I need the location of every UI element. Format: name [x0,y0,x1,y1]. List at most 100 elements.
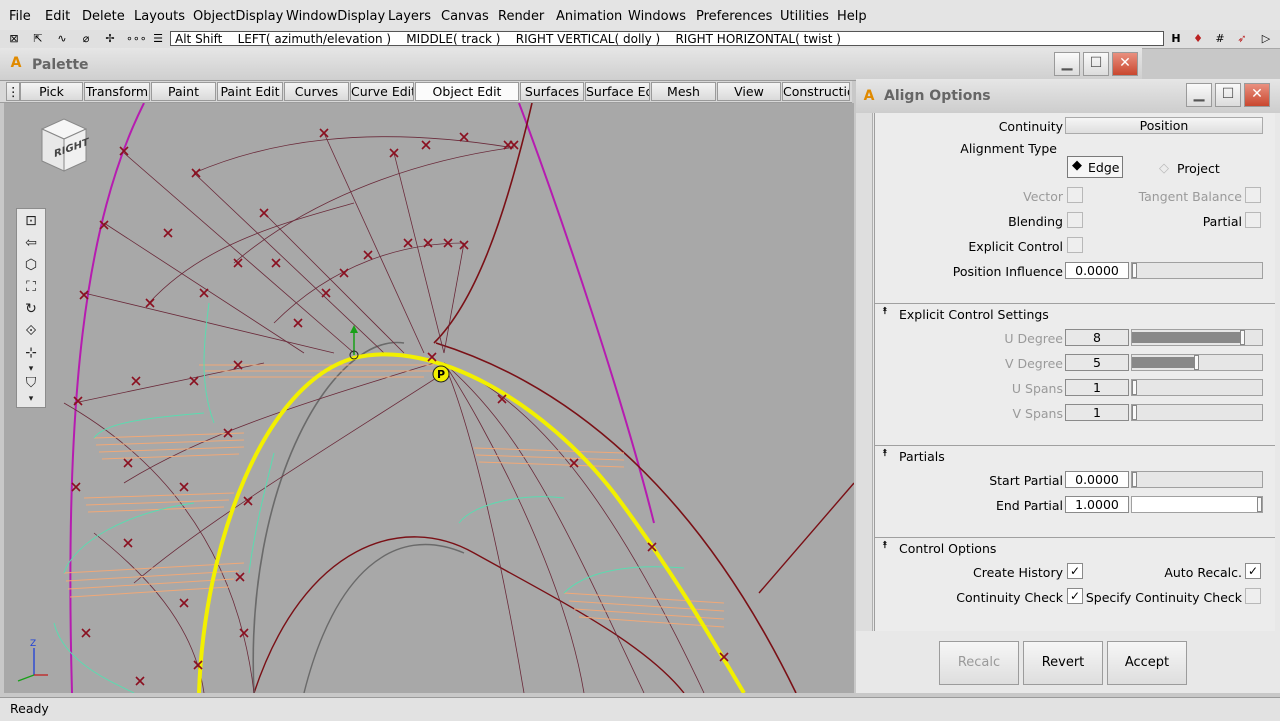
slider-knob[interactable] [1132,472,1137,487]
radio-unchecked-icon[interactable]: ◇ [1159,161,1169,176]
create-history-checkbox[interactable]: ✓ [1067,563,1083,579]
menu-objectdisplay[interactable]: ObjectDisplay [193,9,283,24]
minimize-button[interactable]: ▁ [1186,83,1212,107]
end-partial-slider[interactable] [1131,496,1263,513]
continuity-dropdown[interactable]: Position [1065,117,1263,134]
specify-continuity-check-checkbox[interactable] [1245,588,1261,604]
palette-titlebar[interactable]: A Palette ▁ ☐ ✕ [0,48,1142,81]
frame-icon[interactable]: ⊡ [21,211,41,231]
view-cube[interactable]: RIGHT [32,115,92,175]
modeling-viewport[interactable]: P Z RIGHT ⊡ ⇦ ⬡ ⛶ ↻ ⟐ ⊹ ▾ ⛉ ▾ [4,103,854,693]
position-influence-field[interactable]: 0.0000 [1065,262,1129,279]
accept-button[interactable]: Accept [1107,641,1187,685]
explicit-control-checkbox[interactable] [1067,237,1083,253]
tab-curve-edit[interactable]: Curve Edit [350,82,414,101]
orbit-icon[interactable]: ↻ [21,299,41,319]
slider-knob[interactable] [1257,497,1262,512]
menu-delete[interactable]: Delete [82,9,125,24]
menu-edit[interactable]: Edit [45,9,70,24]
menu-utilities[interactable]: Utilities [780,9,829,24]
move-icon[interactable]: ⇱ [30,31,46,47]
menu-animation[interactable]: Animation [556,9,622,24]
grid-snap-icon[interactable]: # [1212,31,1228,47]
play-icon[interactable]: ▷ [1258,31,1274,47]
v-spans-field[interactable]: 1 [1065,404,1129,421]
revert-button[interactable]: Revert [1023,641,1103,685]
slider-knob[interactable] [1132,263,1137,278]
menu-windowdisplay[interactable]: WindowDisplay [286,9,385,24]
menu-render[interactable]: Render [498,9,544,24]
menu-canvas[interactable]: Canvas [441,9,489,24]
recalc-button[interactable]: Recalc [939,641,1019,685]
curve-icon[interactable]: ∿ [54,31,70,47]
magnet-icon[interactable]: ♦ [1190,31,1206,47]
slider-knob[interactable] [1132,405,1137,420]
v-degree-slider[interactable] [1131,354,1263,371]
tab-mesh[interactable]: Mesh [651,82,716,101]
slider-knob[interactable] [1132,380,1137,395]
tab-paint-edit[interactable]: Paint Edit [217,82,283,101]
tab-object-edit[interactable]: Object Edit [415,82,519,101]
palette-tabs: ⋮ Pick Transform Paint Paint Edit Curves… [0,81,852,103]
close-button[interactable]: ✕ [1112,52,1138,76]
start-partial-slider[interactable] [1131,471,1263,488]
close-button[interactable]: ✕ [1244,83,1270,107]
tab-view[interactable]: View [717,82,781,101]
tab-paint[interactable]: Paint [151,82,216,101]
align-options-scrollbar[interactable] [856,113,873,631]
partial-checkbox[interactable] [1245,212,1261,228]
tab-transform[interactable]: Transform [84,82,150,101]
tangent-balance-checkbox[interactable] [1245,187,1261,203]
edge-radio[interactable]: ◆ Edge [1067,156,1123,178]
v-degree-field[interactable]: 5 [1065,354,1129,371]
slider-knob[interactable] [1194,355,1199,370]
snap-icon[interactable]: ⌀ [78,31,94,47]
vector-checkbox[interactable] [1067,187,1083,203]
u-degree-slider[interactable] [1131,329,1263,346]
menu-file[interactable]: File [9,9,31,24]
u-degree-field[interactable]: 8 [1065,329,1129,346]
history-icon[interactable]: H [1168,31,1184,47]
continuity-check-checkbox[interactable]: ✓ [1067,588,1083,604]
tumble-icon[interactable]: ⟐ [21,321,41,341]
align-options-title: Align Options [884,88,991,104]
tab-curves[interactable]: Curves [284,82,349,101]
u-spans-slider[interactable] [1131,379,1263,396]
zoom-fit-icon[interactable]: ⛶ [21,277,41,297]
slider-knob[interactable] [1239,330,1245,345]
menu-help[interactable]: Help [837,9,867,24]
end-partial-field[interactable]: 1.0000 [1065,496,1129,513]
control-options-header[interactable]: ⯭ Control Options [875,537,1275,558]
u-spans-field[interactable]: 1 [1065,379,1129,396]
maximize-button[interactable]: ☐ [1083,52,1109,76]
start-partial-label: Start Partial [989,473,1063,488]
menu-preferences[interactable]: Preferences [696,9,772,24]
u-spans-label: U Spans [1011,381,1063,396]
cube-icon[interactable]: ⬡ [21,255,41,275]
grid-icon[interactable]: ⊠ [6,31,22,47]
start-partial-field[interactable]: 0.0000 [1065,471,1129,488]
explicit-control-settings-header[interactable]: ⯭ Explicit Control Settings [875,303,1275,324]
auto-recalc-checkbox[interactable]: ✓ [1245,563,1261,579]
dropdown-icon[interactable]: ▾ [21,389,41,409]
tab-grip[interactable]: ⋮ [6,82,20,101]
partials-header[interactable]: ⯭ Partials [875,445,1275,466]
menu-windows[interactable]: Windows [628,9,686,24]
pivot-icon[interactable]: ✢ [102,31,118,47]
tab-surface-edit[interactable]: Surface Edit [585,82,650,101]
dots-icon[interactable]: ∘∘∘ [126,31,147,47]
arrow-icon[interactable]: ➶ [1234,31,1250,47]
tab-pick[interactable]: Pick [20,82,83,101]
position-influence-slider[interactable] [1131,262,1263,279]
tab-construction[interactable]: Construction [782,82,850,101]
minimize-button[interactable]: ▁ [1054,52,1080,76]
maximize-button[interactable]: ☐ [1215,83,1241,107]
align-options-titlebar[interactable]: A Align Options ▁ ☐ ✕ [856,79,1280,114]
back-icon[interactable]: ⇦ [21,233,41,253]
list-icon[interactable]: ☰ [150,31,166,47]
menu-layouts[interactable]: Layouts [134,9,185,24]
tab-surfaces[interactable]: Surfaces [520,82,584,101]
menu-layers[interactable]: Layers [388,9,431,24]
blending-checkbox[interactable] [1067,212,1083,228]
v-spans-slider[interactable] [1131,404,1263,421]
